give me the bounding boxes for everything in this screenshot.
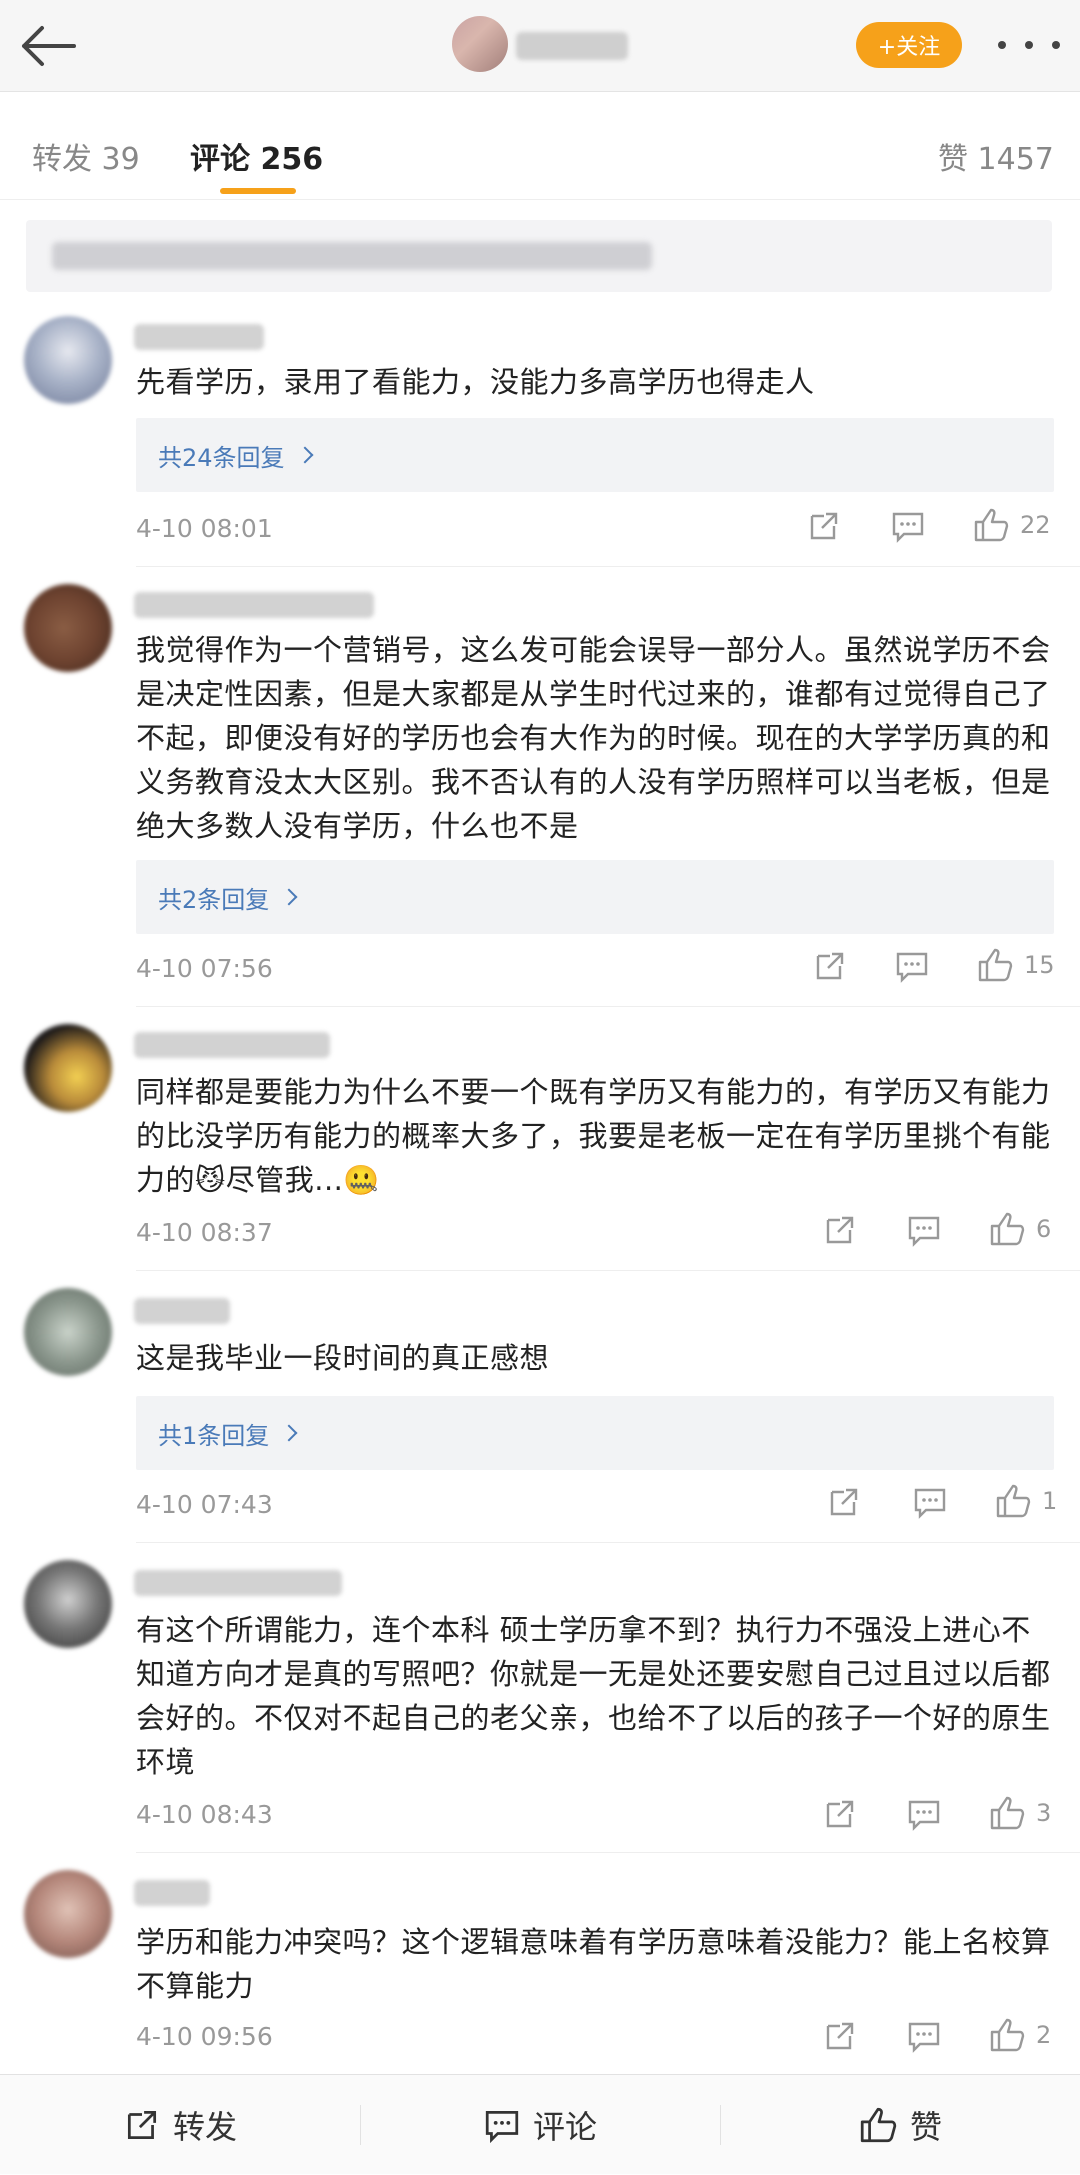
thumbs-up-icon xyxy=(990,2018,1025,2052)
replies-link[interactable]: 共1条回复 xyxy=(136,1396,1054,1470)
username-blurred[interactable] xyxy=(134,1032,330,1058)
top-bar: +关注 xyxy=(0,0,1080,92)
divider xyxy=(136,1006,1080,1007)
more-dots-icon[interactable] xyxy=(998,30,1060,60)
like-button[interactable]: 22 xyxy=(972,506,1051,544)
comment-time: 4-10 08:37 xyxy=(136,1218,273,1247)
username-blurred[interactable] xyxy=(134,1298,230,1324)
username-blurred[interactable] xyxy=(134,324,264,350)
username-blurred[interactable] xyxy=(134,1570,342,1596)
tab-bar: 转发 39 评论 256 赞 1457 xyxy=(0,92,1080,200)
like-button[interactable]: 2 xyxy=(988,2016,1051,2054)
username-blurred[interactable] xyxy=(134,592,374,618)
avatar[interactable] xyxy=(24,1870,112,1958)
bottom-action-bar: 转发 评论 赞 xyxy=(0,2074,1080,2174)
tab-comments[interactable]: 评论 256 xyxy=(190,134,323,178)
blurred-notice-banner[interactable] xyxy=(26,220,1052,292)
comment-button[interactable]: 评论 xyxy=(360,2075,720,2175)
comment-time: 4-10 08:01 xyxy=(136,514,273,543)
thumbs-up-icon xyxy=(996,1484,1031,1518)
thumbs-up-icon xyxy=(990,1212,1025,1246)
share-icon xyxy=(127,2110,157,2140)
comment-icon[interactable] xyxy=(894,948,930,984)
avatar[interactable] xyxy=(24,584,112,672)
avatar[interactable] xyxy=(24,1288,112,1376)
comment-text: 这是我毕业一段时间的真正感想 xyxy=(136,1341,550,1375)
divider xyxy=(136,1270,1080,1271)
comment-icon[interactable] xyxy=(906,2018,942,2054)
divider xyxy=(136,1852,1080,1853)
tab-likes[interactable]: 赞 1457 xyxy=(938,134,1054,178)
repost-button[interactable]: 转发 xyxy=(0,2075,360,2175)
author-name-blurred[interactable] xyxy=(516,32,628,60)
like-button[interactable]: 6 xyxy=(988,1210,1051,1248)
share-icon[interactable] xyxy=(822,1796,858,1832)
replies-link[interactable]: 共2条回复 xyxy=(136,860,1054,934)
like-button[interactable]: 赞 xyxy=(720,2075,1080,2175)
replies-link[interactable]: 共24条回复 xyxy=(136,418,1054,492)
tab-repost[interactable]: 转发 39 xyxy=(32,134,140,178)
comment-icon[interactable] xyxy=(906,1796,942,1832)
author-avatar[interactable] xyxy=(452,16,508,72)
like-button[interactable]: 15 xyxy=(976,946,1055,984)
thumbs-up-icon xyxy=(990,1796,1025,1830)
back-arrow-icon[interactable] xyxy=(18,22,78,70)
like-button[interactable]: 3 xyxy=(988,1794,1051,1832)
follow-button[interactable]: +关注 xyxy=(856,22,962,68)
comment-time: 4-10 07:56 xyxy=(136,954,273,983)
comment-time: 4-10 07:43 xyxy=(136,1490,273,1519)
share-icon[interactable] xyxy=(822,2018,858,2054)
comment-text: 先看学历，录用了看能力，没能力多高学历也得走人 xyxy=(136,365,815,399)
comment-icon[interactable] xyxy=(906,1212,942,1248)
chevron-right-icon xyxy=(280,888,298,906)
comment-icon[interactable] xyxy=(912,1484,948,1520)
comment-text: 有这个所谓能力，连个本科 硕士学历拿不到？执行力不强没上进心不知道方向才是真的写… xyxy=(136,1613,1051,1779)
share-icon[interactable] xyxy=(806,508,842,544)
username-blurred[interactable] xyxy=(134,1880,210,1906)
like-button[interactable]: 1 xyxy=(994,1482,1057,1520)
share-icon[interactable] xyxy=(826,1484,862,1520)
comment-text: 同样都是要能力为什么不要一个既有学历又有能力的，有学历又有能力的比没学历有能力的… xyxy=(136,1075,1051,1197)
comment-icon[interactable] xyxy=(890,508,926,544)
share-icon[interactable] xyxy=(812,948,848,984)
chevron-right-icon xyxy=(280,1424,298,1442)
divider xyxy=(136,566,1080,567)
chevron-right-icon xyxy=(296,446,314,464)
comment-time: 4-10 09:56 xyxy=(136,2022,273,2051)
share-icon[interactable] xyxy=(822,1212,858,1248)
thumbs-up-icon xyxy=(860,2107,897,2143)
active-tab-indicator xyxy=(220,188,296,194)
thumbs-up-icon xyxy=(974,508,1009,542)
divider xyxy=(136,1542,1080,1543)
comment-icon xyxy=(485,2110,519,2144)
comment-text: 我觉得作为一个营销号，这么发可能会误导一部分人。虽然说学历不会是决定性因素，但是… xyxy=(136,633,1051,843)
avatar[interactable] xyxy=(24,1560,112,1648)
avatar[interactable] xyxy=(24,1024,112,1112)
comment-text: 学历和能力冲突吗？这个逻辑意味着有学历意味着没能力？能上名校算不算能力 xyxy=(136,1925,1051,2003)
comment-time: 4-10 08:43 xyxy=(136,1800,273,1829)
avatar[interactable] xyxy=(24,316,112,404)
thumbs-up-icon xyxy=(978,948,1013,982)
